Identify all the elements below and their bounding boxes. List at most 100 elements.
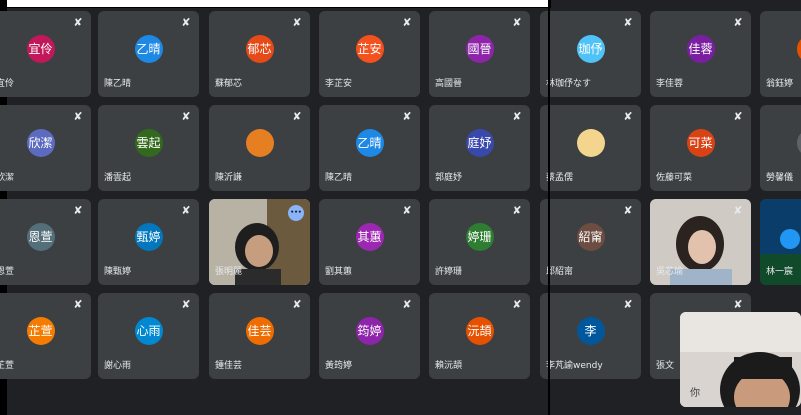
participant-tile[interactable]: ✘ 芷萱 芷萱 [0, 293, 91, 379]
participant-tile[interactable]: ✘ 佳蓉李佳蓉 [650, 11, 751, 97]
participant-tile[interactable]: ✘ 乙晴 陳乙晴 [98, 11, 199, 97]
mic-off-icon: ✘ [292, 16, 302, 29]
participant-name: 高國晉 [435, 79, 463, 89]
mic-off-icon: ✘ [73, 204, 83, 217]
mic-off-icon: ✘ [512, 298, 522, 311]
mic-off-icon: ✘ [402, 110, 412, 123]
participant-name: 林一宸 [766, 267, 794, 277]
avatar: 佳蓉 [686, 35, 715, 63]
mic-off-icon: ✘ [292, 298, 302, 311]
avatar: 珈伃 [576, 35, 605, 63]
mic-off-icon: ✘ [73, 110, 83, 123]
avatar: 紹甯 [576, 223, 605, 251]
self-label: 你 [690, 388, 700, 399]
avatar: 乙晴 [134, 35, 163, 63]
self-view-tile[interactable]: 你 [680, 312, 801, 407]
participant-tile[interactable]: ✘ 蔡孟儒 [540, 105, 641, 191]
participant-tile[interactable]: ✘勞馨儀 [760, 105, 801, 191]
participant-tile[interactable]: ✘ 紹甯邱紹甯 [540, 199, 641, 285]
participant-name: 陳甄婷 [104, 267, 132, 277]
participant-tile[interactable]: ✘ 沅頡 賴沅頡 [429, 293, 530, 379]
mic-off-icon: ✘ [292, 110, 302, 123]
participant-name: 蘇郁芯 [215, 79, 243, 89]
participant-name: 李佳蓉 [656, 79, 684, 89]
participant-tile[interactable]: ✘ 陳沂謙 [209, 105, 310, 191]
participant-tile[interactable]: ✘ 李李芃諭wendy [540, 293, 641, 379]
mic-off-icon: ✘ [733, 204, 743, 217]
top-bar [0, 0, 551, 8]
avatar: 郁芯 [245, 35, 274, 63]
participant-tile[interactable]: ✘ 郁芯蘇郁芯 [209, 11, 310, 97]
participant-tile[interactable]: ✘林一宸 [760, 199, 801, 285]
participant-tile[interactable]: ✘ 恩萱 恩萱 [0, 199, 91, 285]
avatar: 宜伶 [26, 35, 55, 63]
avatar [245, 129, 274, 157]
divider [548, 0, 550, 415]
participant-tile[interactable]: ✘ 國晉高國晉 [429, 11, 530, 97]
mic-off-icon: ✘ [733, 298, 743, 311]
participant-tile[interactable]: ✘翁鈺婷 [760, 11, 801, 97]
participant-name: 蔡孟儒 [546, 173, 574, 183]
avatar: 婷珊 [465, 223, 494, 251]
avatar: 芷安 [355, 35, 384, 63]
participant-tile[interactable]: ✘ 心雨謝心雨 [98, 293, 199, 379]
avatar: 甄婷 [134, 223, 163, 251]
mic-off-icon: ✘ [733, 110, 743, 123]
avatar: 芷萱 [26, 317, 55, 345]
participant-tile[interactable]: ✘ 佳芸 鍾佳芸 [209, 293, 310, 379]
participant-name: 宜伶 [0, 79, 15, 89]
mic-off-icon: ✘ [402, 298, 412, 311]
participant-name: 李芷安 [325, 79, 353, 89]
participant-name: 張明麗 [215, 267, 243, 277]
participant-name: 潘雲起 [104, 173, 132, 183]
mic-off-icon: ✘ [402, 204, 412, 217]
participant-name: 陳乙晴 [104, 79, 132, 89]
avatar: 恩萱 [26, 223, 55, 251]
avatar: 其蕙 [355, 223, 384, 251]
participant-name: 邱紹甯 [546, 267, 574, 277]
mic-off-icon: ✘ [402, 16, 412, 29]
participant-name: 陳沂謙 [215, 173, 243, 183]
participant-tile[interactable]: ••• 張明麗 [209, 199, 310, 285]
avatar: 心雨 [134, 317, 163, 345]
participant-tile[interactable]: ✘ 甄婷陳甄婷 [98, 199, 199, 285]
mic-off-icon: ✘ [623, 204, 633, 217]
avatar [796, 35, 801, 63]
participant-tile[interactable]: ✘ 欣潔 欣潔 [0, 105, 91, 191]
participant-name: 芷萱 [0, 361, 15, 371]
participant-tile[interactable]: ✘ 庭妤 郭庭妤 [429, 105, 530, 191]
participant-tile[interactable]: ✘ 宜伶 宜伶 [0, 11, 91, 97]
participant-name: 許婷珊 [435, 267, 463, 277]
mic-off-icon: ✘ [73, 298, 83, 311]
avatar: 可菜 [686, 129, 715, 157]
participant-tile[interactable]: ✘ 婷珊 許婷珊 [429, 199, 530, 285]
more-options-icon[interactable]: ••• [288, 205, 304, 221]
participant-name: 林珈伃なす [546, 79, 592, 89]
mic-off-icon: ✘ [181, 204, 191, 217]
participant-tile[interactable]: ✘ 可菜佐藤可菜 [650, 105, 751, 191]
avatar [796, 129, 801, 157]
mic-off-icon: ✘ [181, 110, 191, 123]
participant-tile[interactable]: ✘ 吳芯瑜 [650, 199, 751, 285]
participant-tile[interactable]: ✘ 珈伃 林珈伃なす [540, 11, 641, 97]
participant-tile[interactable]: ✘ 芷安李芷安 [319, 11, 420, 97]
avatar: 筠婷 [355, 317, 384, 345]
participant-name: 勞馨儀 [766, 173, 794, 183]
participant-name: 恩萱 [0, 267, 15, 277]
mic-off-icon: ✘ [73, 16, 83, 29]
mic-off-icon: ✘ [512, 16, 522, 29]
participant-name: 佐藤可菜 [656, 173, 693, 183]
participant-name: 黃筠婷 [325, 361, 353, 371]
participant-tile[interactable]: ✘ 其蕙 劉其蕙 [319, 199, 420, 285]
participant-tile[interactable]: ✘ 筠婷黃筠婷 [319, 293, 420, 379]
avatar [576, 129, 605, 157]
participant-tile[interactable]: ✘ 乙晴 陳乙晴 [319, 105, 420, 191]
participant-name: 鍾佳芸 [215, 361, 243, 371]
avatar: 欣潔 [26, 129, 55, 157]
participant-name: 謝心雨 [104, 361, 132, 371]
avatar: 國晉 [465, 35, 494, 63]
mic-off-icon: ✘ [181, 298, 191, 311]
participant-tile[interactable]: ✘ 雲起 潘雲起 [98, 105, 199, 191]
mic-off-icon: ✘ [733, 16, 743, 29]
mic-off-icon: ✘ [623, 110, 633, 123]
